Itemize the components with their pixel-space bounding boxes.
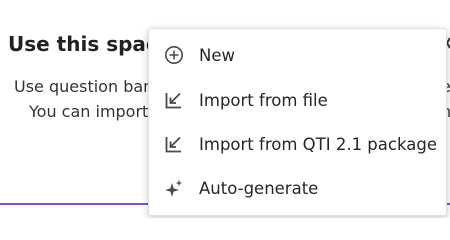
menu-item-label: Auto-generate <box>199 178 319 198</box>
empty-state-title: Use this space <box>8 32 172 56</box>
empty-state-text-line2: You can import <box>29 102 149 121</box>
sparkle-icon <box>163 177 185 199</box>
page-canvas: Use this space Use question ban You can … <box>0 0 450 218</box>
menu-item-new[interactable]: New <box>149 33 446 77</box>
import-icon <box>163 89 185 111</box>
plus-circle-icon <box>163 44 185 66</box>
menu-item-auto-generate[interactable]: Auto-generate <box>149 166 446 210</box>
empty-state-text-line1: Use question ban <box>14 77 154 96</box>
menu-item-import-from-qti[interactable]: Import from QTI 2.1 package <box>149 122 446 166</box>
menu-item-label: New <box>199 45 235 65</box>
import-icon <box>163 133 185 155</box>
menu-item-label: Import from QTI 2.1 package <box>199 134 437 154</box>
menu-item-label: Import from file <box>199 90 328 110</box>
add-question-menu: New Import from file Import from QTI 2.1… <box>148 28 447 216</box>
menu-item-import-from-file[interactable]: Import from file <box>149 78 446 122</box>
